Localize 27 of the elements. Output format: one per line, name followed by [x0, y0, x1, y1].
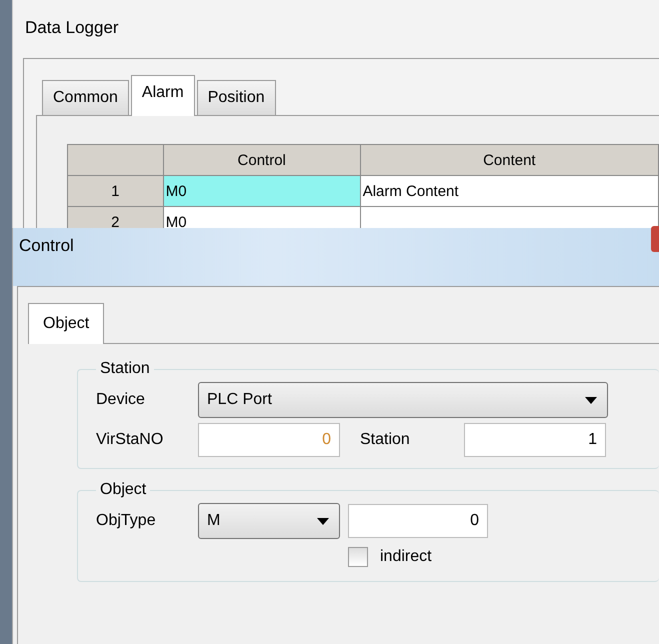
row-header[interactable]: 2: [68, 206, 164, 228]
column-header[interactable]: Control: [163, 144, 360, 176]
field-label: Station: [359, 431, 411, 449]
window-title: Control: [19, 236, 74, 255]
type-dropdown[interactable]: M: [198, 503, 340, 539]
dropdown-arrow-icon: [585, 396, 597, 404]
input-field[interactable]: 1: [464, 423, 606, 457]
field-label: Device: [96, 391, 146, 409]
input-field[interactable]: 0: [348, 504, 488, 538]
tab[interactable]: Position: [196, 80, 276, 115]
device-dropdown[interactable]: PLC Port: [198, 382, 608, 418]
tab[interactable]: Common: [42, 80, 129, 115]
table-cell[interactable]: M0: [163, 206, 360, 228]
field-label: ObjType: [96, 512, 157, 530]
row-header[interactable]: 1: [68, 176, 164, 206]
tab[interactable]: Object: [28, 303, 104, 344]
column-header[interactable]: Content: [360, 144, 658, 176]
field-label: VirStaNO: [96, 431, 164, 449]
table-cell[interactable]: Alarm Content: [360, 176, 658, 206]
checkbox[interactable]: [348, 547, 368, 567]
checkbox-label: indirect: [380, 548, 432, 566]
group-title: Station: [99, 360, 151, 378]
window-title: Data Logger: [24, 17, 120, 39]
group-title: Object: [99, 481, 148, 499]
table-cell[interactable]: M0: [163, 176, 360, 206]
tab[interactable]: Alarm: [130, 75, 195, 116]
dropdown-arrow-icon: [317, 518, 329, 524]
